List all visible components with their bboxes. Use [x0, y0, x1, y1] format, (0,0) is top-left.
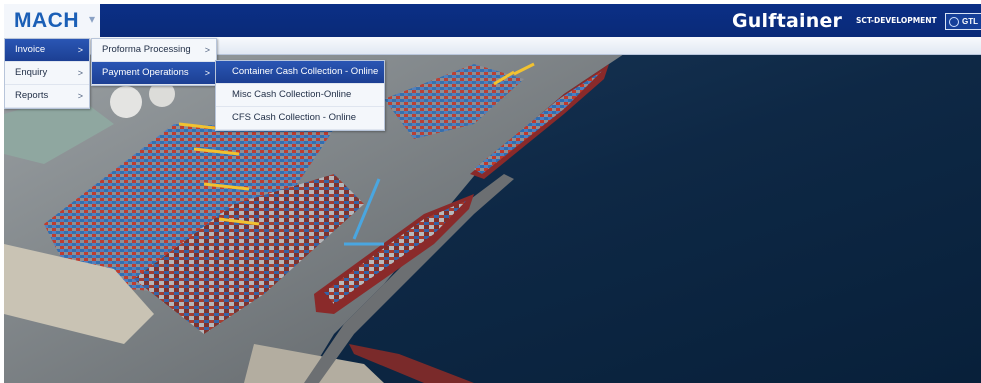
menu-item-label: Invoice: [15, 44, 46, 55]
menu-item-misc-cash-collection[interactable]: Misc Cash Collection-Online: [216, 84, 384, 107]
port-background-image: [4, 54, 981, 383]
menu-item-label: Proforma Processing: [102, 44, 191, 55]
chevron-right-icon: >: [77, 45, 83, 55]
menu-item-label: Reports: [15, 90, 49, 101]
logo-menu[interactable]: MACH ▾: [4, 4, 100, 38]
chevron-right-icon: >: [204, 45, 210, 55]
menu-item-label: CFS Cash Collection - Online: [232, 112, 357, 123]
menu-item-container-cash-collection[interactable]: Container Cash Collection - Online: [216, 61, 384, 84]
payment-operations-submenu: Container Cash Collection - Online Misc …: [215, 60, 385, 131]
menu-item-enquiry[interactable]: Enquiry >: [5, 62, 89, 85]
main-menu: Invoice > Enquiry > Reports >: [4, 38, 90, 109]
menu-item-cfs-cash-collection[interactable]: CFS Cash Collection - Online: [216, 107, 384, 130]
user-label: GTL: [962, 17, 978, 26]
chevron-right-icon: >: [204, 68, 210, 78]
chevron-right-icon: >: [77, 91, 83, 101]
chevron-right-icon: >: [77, 68, 83, 78]
chevron-down-icon: ▾: [89, 12, 96, 26]
menu-item-invoice[interactable]: Invoice >: [5, 39, 89, 62]
invoice-submenu: Proforma Processing > Payment Operations…: [91, 38, 217, 86]
menu-item-label: Container Cash Collection - Online: [232, 66, 379, 77]
environment-label: SCT-DEVELOPMENT: [856, 16, 937, 25]
menu-item-label: Enquiry: [15, 67, 48, 78]
brand-name: Gulftainer: [732, 10, 843, 32]
menu-item-payment-operations[interactable]: Payment Operations >: [92, 62, 216, 85]
menu-item-proforma-processing[interactable]: Proforma Processing >: [92, 39, 216, 62]
mach-logo: MACH: [14, 9, 79, 32]
user-icon: [949, 16, 959, 27]
menu-item-label: Payment Operations: [102, 67, 189, 78]
app-window: MACH ▾ Gulftainer SCT-DEVELOPMENT GTL In…: [4, 4, 981, 383]
menu-item-label: Misc Cash Collection-Online: [232, 89, 352, 100]
header-bar: MACH ▾ Gulftainer SCT-DEVELOPMENT GTL: [4, 4, 981, 38]
user-button[interactable]: GTL: [945, 13, 981, 30]
menu-item-reports[interactable]: Reports >: [5, 85, 89, 108]
